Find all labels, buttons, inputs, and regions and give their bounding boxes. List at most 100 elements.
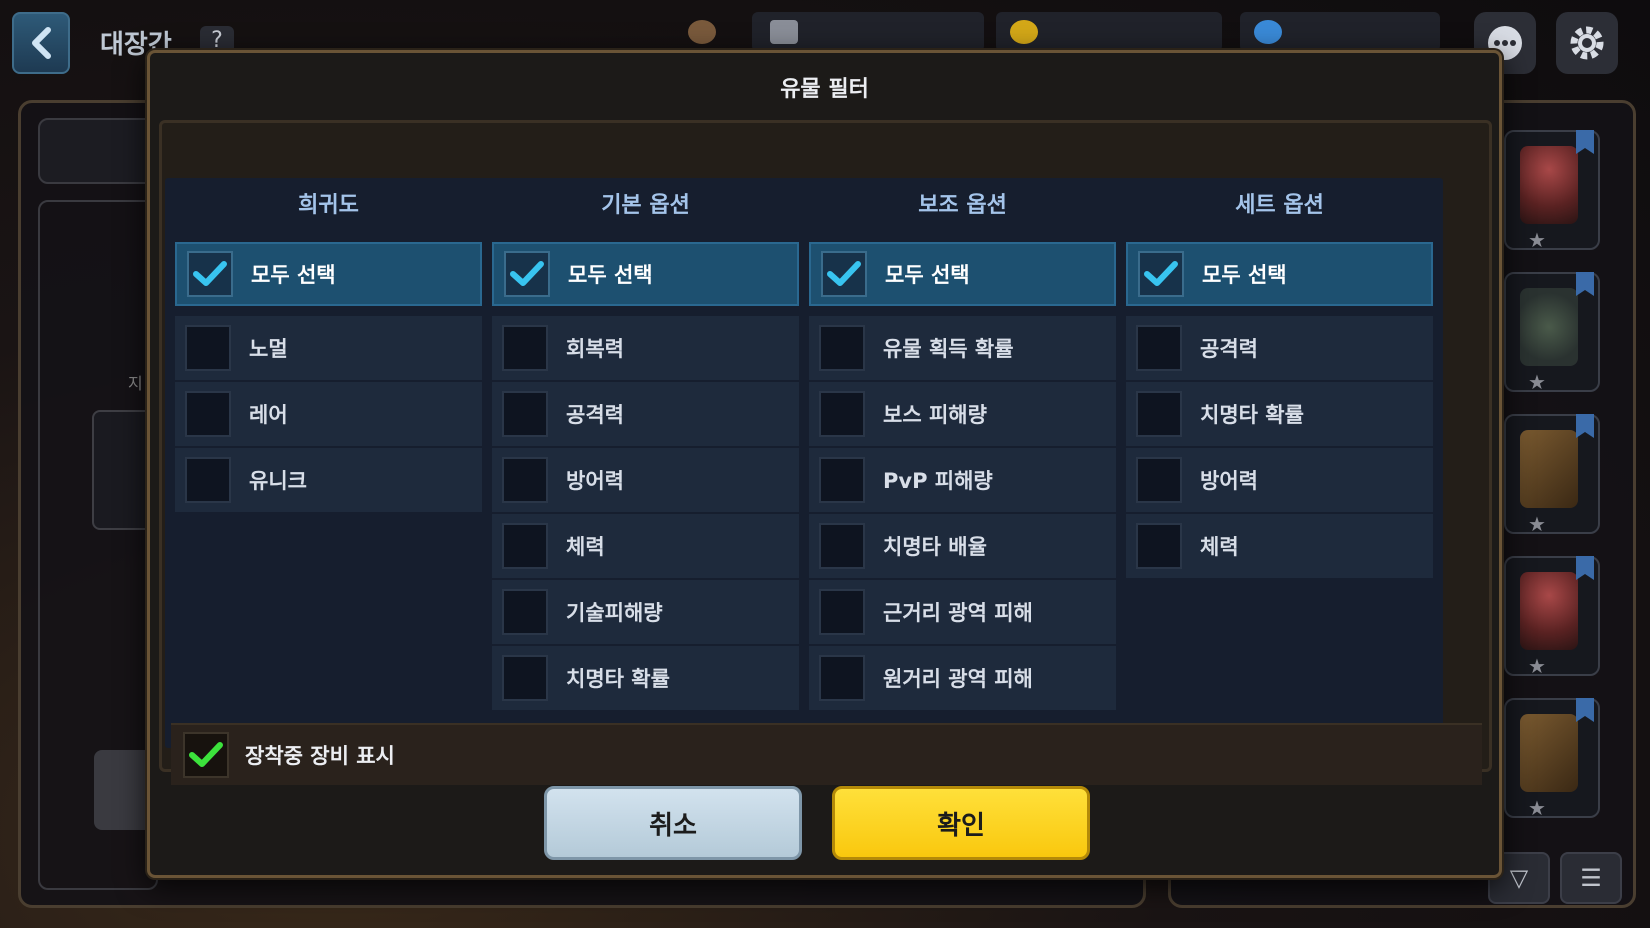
bell-icon	[688, 20, 716, 44]
option-checkbox[interactable]	[502, 391, 548, 437]
option-checkbox[interactable]	[819, 655, 865, 701]
column-header: 세트 옵션	[1235, 193, 1324, 218]
sliders-icon: ☰	[1580, 864, 1602, 892]
option-checkbox[interactable]	[502, 655, 548, 701]
bookmark-icon	[1576, 130, 1594, 154]
filter-option[interactable]: 유물 획득 확률	[809, 316, 1116, 380]
option-checkbox[interactable]	[1136, 523, 1182, 569]
filter-option[interactable]: 근거리 광역 피해	[809, 580, 1116, 644]
option-checkbox[interactable]	[821, 251, 867, 297]
option-label: 치명타 확률	[566, 667, 670, 691]
chevron-left-icon	[32, 27, 51, 59]
panel-tab[interactable]	[38, 118, 158, 184]
option-checkbox[interactable]	[1136, 325, 1182, 371]
option-checkbox[interactable]	[502, 325, 548, 371]
option-label: 레어	[249, 403, 288, 427]
triangle-down-icon: ▽	[1509, 864, 1529, 892]
filter-option[interactable]: 방어력	[492, 448, 799, 512]
bell-relic-icon	[1520, 288, 1578, 366]
relic-slot-book[interactable]: ★	[1504, 414, 1600, 536]
confirm-button[interactable]: 확인	[832, 786, 1090, 860]
option-label: 모두 선택	[568, 263, 653, 287]
option-label: 체력	[1200, 535, 1239, 559]
check-icon	[1144, 261, 1178, 286]
option-label: 근거리 광역 피해	[883, 601, 1033, 625]
filter-option[interactable]: 체력	[1126, 514, 1433, 578]
filter-option[interactable]: 치명타 배율	[809, 514, 1116, 578]
option-checkbox[interactable]	[819, 457, 865, 503]
relic-slot-book-2[interactable]: ★	[1504, 698, 1600, 820]
filter-option[interactable]: 회복력	[492, 316, 799, 380]
option-checkbox[interactable]	[1136, 457, 1182, 503]
select-all-option[interactable]: 모두 선택	[492, 242, 799, 306]
book-icon	[1520, 714, 1578, 792]
check-icon	[510, 261, 544, 286]
show-equipped-checkbox[interactable]	[183, 732, 229, 778]
option-checkbox[interactable]	[185, 391, 231, 437]
select-all-option[interactable]: 모두 선택	[175, 242, 482, 306]
column-header: 보조 옵션	[918, 193, 1007, 218]
select-all-option[interactable]: 모두 선택	[809, 242, 1116, 306]
side-text: 지	[128, 374, 143, 393]
option-label: 치명타 확률	[1200, 403, 1304, 427]
option-label: 체력	[566, 535, 605, 559]
option-label: 방어력	[1200, 469, 1258, 493]
option-label: 치명타 배율	[883, 535, 987, 559]
coin-icon	[1010, 20, 1038, 44]
chalice-icon	[1520, 572, 1578, 650]
option-checkbox[interactable]	[819, 325, 865, 371]
option-checkbox[interactable]	[819, 589, 865, 635]
filter-option[interactable]: 노멀	[175, 316, 482, 380]
settings-button[interactable]	[1556, 12, 1618, 74]
filter-option[interactable]: 방어력	[1126, 448, 1433, 512]
filter-body: 희귀도 모두 선택 노멀 레어 유니크 기본 옵션 모두 선택 회복력 공격력 방어력 체력 기술피해…	[159, 120, 1492, 785]
check-icon	[193, 261, 227, 286]
filter-option[interactable]: 원거리 광역 피해	[809, 646, 1116, 710]
filter-option[interactable]: 기술피해량	[492, 580, 799, 644]
option-checkbox[interactable]	[187, 251, 233, 297]
gem-icon	[1254, 20, 1282, 44]
filter-column-base-option: 기본 옵션 모두 선택 회복력 공격력 방어력 체력 기술피해량 치명타 확률	[482, 178, 809, 748]
option-checkbox[interactable]	[504, 251, 550, 297]
filter-option[interactable]: 보스 피해량	[809, 382, 1116, 446]
star-icon: ★	[1528, 370, 1546, 394]
filter-option[interactable]: 공격력	[492, 382, 799, 446]
option-checkbox[interactable]	[185, 457, 231, 503]
filter-option[interactable]: PvP 피해량	[809, 448, 1116, 512]
book-icon	[1520, 430, 1578, 508]
filter-option[interactable]: 체력	[492, 514, 799, 578]
back-button[interactable]	[12, 12, 70, 74]
bookmark-icon	[1576, 698, 1594, 722]
option-checkbox[interactable]	[185, 325, 231, 371]
bookmark-icon	[1576, 556, 1594, 580]
option-label: 유물 획득 확률	[883, 337, 1014, 361]
filter-option[interactable]: 레어	[175, 382, 482, 446]
option-checkbox[interactable]	[502, 457, 548, 503]
option-checkbox[interactable]	[819, 523, 865, 569]
cancel-button[interactable]: 취소	[544, 786, 802, 860]
option-checkbox[interactable]	[1136, 391, 1182, 437]
filter-option[interactable]: 공격력	[1126, 316, 1433, 380]
option-label: 방어력	[566, 469, 624, 493]
filter-option-list[interactable]: 모두 선택공격력치명타 확률방어력체력	[1126, 242, 1433, 742]
filter-option-list[interactable]: 모두 선택회복력 공격력방어력체력기술피해량치명타 확률	[492, 242, 799, 742]
filter-option-list[interactable]: 모두 선택유물 획득 확률보스 피해량 PvP 피해량치명타 배율근거리 광역 피…	[809, 242, 1116, 742]
option-checkbox[interactable]	[819, 391, 865, 437]
option-checkbox[interactable]	[1138, 251, 1184, 297]
relic-slot-chalice[interactable]: ★	[1504, 130, 1600, 252]
option-checkbox[interactable]	[502, 589, 548, 635]
bookmark-icon	[1576, 414, 1594, 438]
select-all-option[interactable]: 모두 선택	[1126, 242, 1433, 306]
filter-option[interactable]: 유니크	[175, 448, 482, 512]
star-icon: ★	[1528, 228, 1546, 252]
filter-option[interactable]: 치명타 확률	[492, 646, 799, 710]
star-icon: ★	[1528, 654, 1546, 678]
relic-slot-chalice-2[interactable]: ★	[1504, 556, 1600, 678]
show-equipped-toggle[interactable]: 장착중 장비 표시	[171, 723, 1482, 785]
filter-button[interactable]: ☰	[1560, 852, 1622, 904]
option-checkbox[interactable]	[502, 523, 548, 569]
filter-option[interactable]: 치명타 확률	[1126, 382, 1433, 446]
filter-option-list[interactable]: 모두 선택노멀레어유니크	[175, 242, 482, 742]
relic-slot-bell[interactable]: ★	[1504, 272, 1600, 394]
option-label: 모두 선택	[1202, 263, 1287, 287]
